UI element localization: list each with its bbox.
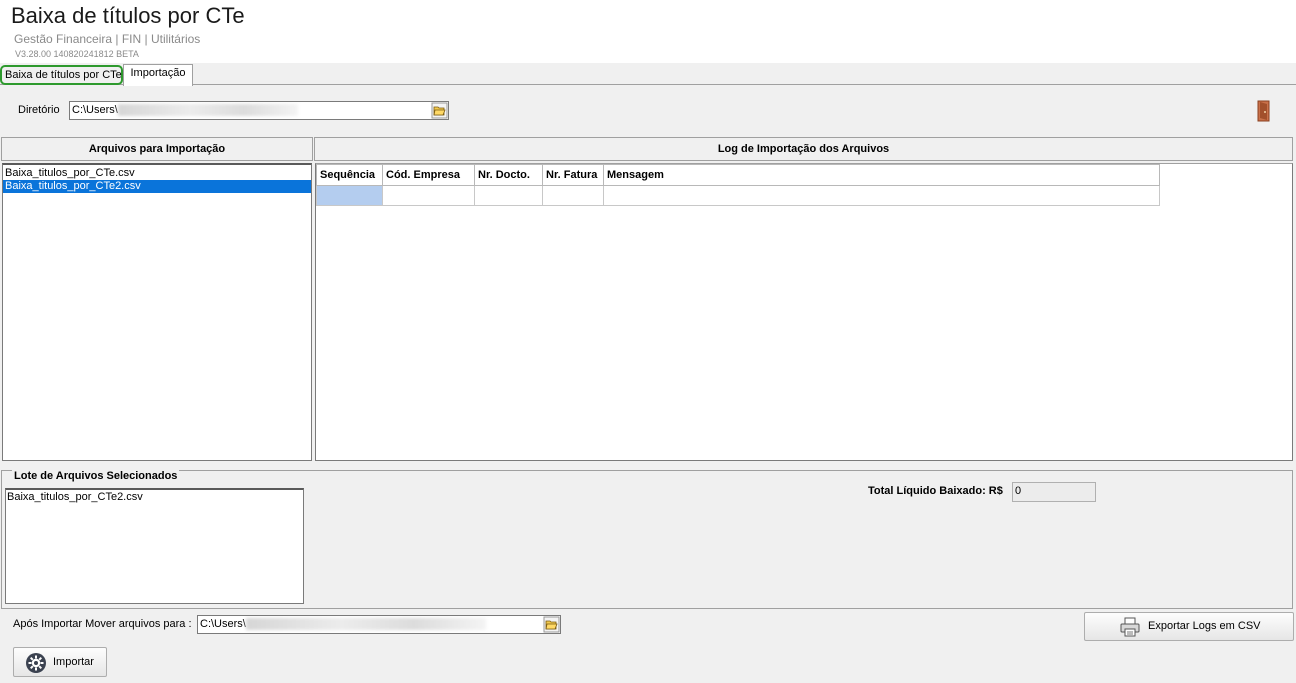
column-header-sequencia[interactable]: Sequência (316, 164, 383, 186)
page-title: Baixa de títulos por CTe (11, 3, 245, 28)
lote-group: Lote de Arquivos Selecionados Baixa_titu… (1, 470, 1293, 609)
column-header-nr-fatura[interactable]: Nr. Fatura (542, 164, 604, 186)
redacted-path (245, 618, 486, 631)
column-header-mensagem[interactable]: Mensagem (603, 164, 1160, 186)
import-button[interactable]: Importar (13, 647, 107, 677)
log-panel-header: Log de Importação dos Arquivos (314, 137, 1293, 161)
total-value-field[interactable]: 0 (1012, 482, 1096, 502)
move-dir-label: Após Importar Mover arquivos para : (13, 618, 192, 630)
version-label: V3.28.00 140820241812 BETA (15, 49, 139, 59)
breadcrumb: Gestão Financeira | FIN | Utilitários (14, 32, 201, 46)
files-panel-header: Arquivos para Importação (1, 137, 313, 161)
directory-input[interactable]: C:\Users\ (69, 101, 449, 120)
move-dir-input[interactable]: C:\Users\ (197, 615, 561, 634)
tab-importacao[interactable]: Importação (123, 64, 193, 86)
log-table: Sequência Cód. Empresa Nr. Docto. Nr. Fa… (316, 164, 1160, 206)
folder-open-icon[interactable] (543, 616, 560, 633)
window-header: Baixa de títulos por CTe Gestão Financei… (0, 0, 1296, 63)
redacted-path (117, 104, 298, 117)
move-dir-value: C:\Users\ (200, 618, 246, 630)
table-cell[interactable] (382, 185, 475, 206)
log-grid[interactable]: Sequência Cód. Empresa Nr. Docto. Nr. Fa… (315, 163, 1293, 461)
list-item-selected[interactable]: Baixa_titulos_por_CTe2.csv (3, 180, 311, 193)
table-cell[interactable] (316, 185, 383, 206)
tab-bar: Baixa de títulos por CTe Importação (0, 63, 1296, 86)
total-label: Total Líquido Baixado: R$ (868, 485, 1003, 497)
files-list[interactable]: Baixa_titulos_por_CTe.csv Baixa_titulos_… (2, 163, 312, 461)
import-label: Importar (53, 656, 94, 668)
column-header-nr-docto[interactable]: Nr. Docto. (474, 164, 543, 186)
table-row[interactable] (316, 185, 1160, 206)
gear-icon (25, 652, 47, 674)
directory-label: Diretório (18, 104, 60, 116)
door-exit-icon[interactable] (1255, 99, 1273, 123)
lote-list[interactable]: Baixa_titulos_por_CTe2.csv (5, 488, 304, 604)
list-item[interactable]: Baixa_titulos_por_CTe.csv (3, 167, 311, 180)
lote-title: Lote de Arquivos Selecionados (12, 470, 180, 482)
printer-icon (1119, 616, 1141, 638)
export-logs-label: Exportar Logs em CSV (1148, 620, 1261, 632)
table-cell[interactable] (542, 185, 604, 206)
directory-value: C:\Users\ (72, 104, 118, 116)
folder-open-icon[interactable] (431, 102, 448, 119)
column-header-cod-empresa[interactable]: Cód. Empresa (382, 164, 475, 186)
tab-baixa-titulos[interactable]: Baixa de títulos por CTe (0, 65, 123, 85)
list-item[interactable]: Baixa_titulos_por_CTe2.csv (6, 490, 303, 503)
export-logs-button[interactable]: Exportar Logs em CSV (1084, 612, 1294, 641)
table-cell[interactable] (474, 185, 543, 206)
table-cell[interactable] (603, 185, 1160, 206)
